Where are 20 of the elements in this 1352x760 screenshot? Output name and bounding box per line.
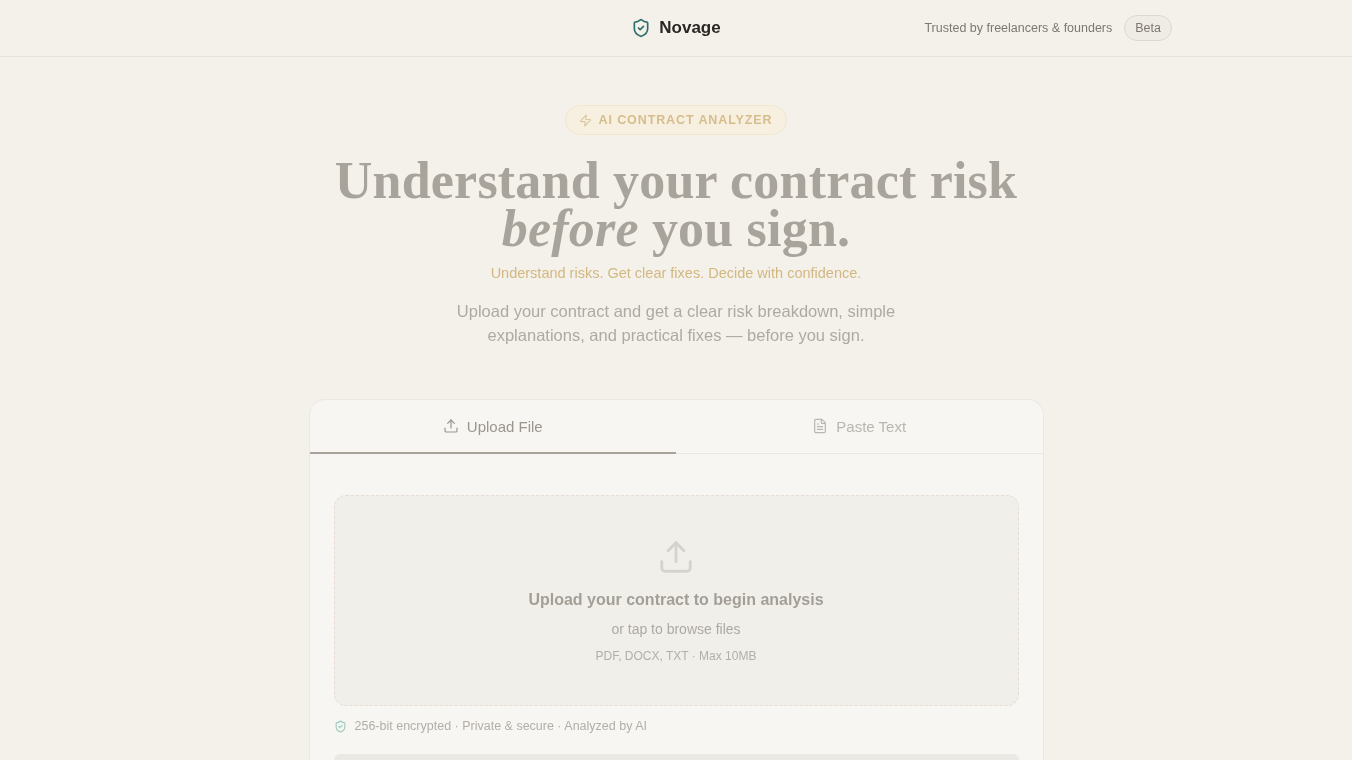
lightning-icon <box>579 113 593 127</box>
dropzone-title: Upload your contract to begin analysis <box>528 590 824 610</box>
file-dropzone[interactable]: Upload your contract to begin analysis or tap to browse files PDF, DOCX, TXT · Max 10MB <box>333 495 1019 706</box>
hero-subtitle: Understand risks. Get clear fixes. Decide with confidence. <box>490 264 862 283</box>
tab[interactable]: Paste Text <box>676 400 1043 454</box>
hero-description: Upload your contract and get a clear risk breakdown, simple explanations, and practical fixes — before you sign. <box>455 301 897 346</box>
security-note: 256-bit encrypted · Private & secure · Analyzed by AI <box>354 719 647 733</box>
file-formats: PDF, DOCX, TXT · Max 10MB <box>595 648 757 664</box>
document-icon <box>812 418 829 434</box>
dropzone-hint: or tap to browse files <box>611 620 741 639</box>
hero-heading: Understand your contract risk before you sign. <box>333 151 1019 259</box>
shield-check-icon <box>631 18 652 38</box>
eyebrow-label: AI CONTRACT ANALYZER <box>598 113 773 127</box>
upload-icon <box>657 538 695 576</box>
tab[interactable]: Upload File <box>309 400 676 454</box>
beta-badge: Beta <box>1124 15 1172 41</box>
shield-check-icon <box>333 719 347 733</box>
tagline: Trusted by freelancers & founders <box>924 21 1113 35</box>
upload-icon <box>442 418 459 434</box>
brand-name: Novage <box>659 18 721 38</box>
